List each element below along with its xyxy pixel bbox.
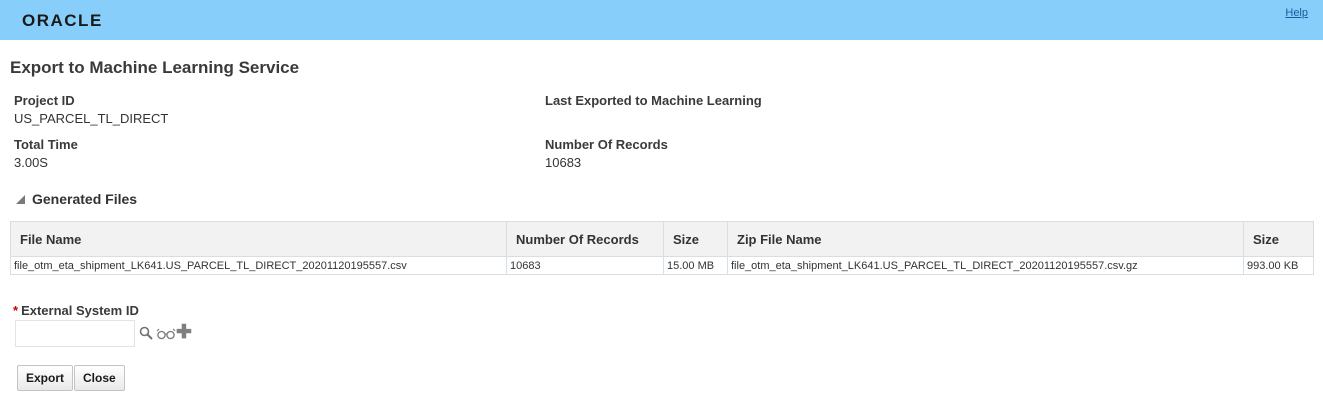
file-name-cell: file_otm_eta_shipment_LK641.US_PARCEL_TL…	[10, 256, 507, 275]
generated-files-header[interactable]: Generated Files	[16, 191, 137, 207]
number-of-records-value: 10683	[545, 155, 582, 170]
total-time-label: Total Time	[14, 137, 78, 152]
external-system-id-input[interactable]	[15, 320, 135, 347]
required-marker: *	[13, 303, 19, 318]
close-button[interactable]: Close	[74, 365, 125, 391]
number-of-records-cell: 10683	[506, 256, 664, 275]
external-system-id-label: * External System ID	[13, 303, 139, 318]
size-cell: 15.00 MB	[663, 256, 728, 275]
number-of-records-label: Number Of Records	[545, 137, 668, 152]
external-system-id-label-text: External System ID	[21, 303, 139, 318]
generated-files-title: Generated Files	[32, 191, 138, 207]
column-header-file-name[interactable]: File Name	[10, 221, 507, 257]
column-header-number-of-records[interactable]: Number Of Records	[506, 221, 664, 257]
oracle-logo: ORACLE	[22, 11, 103, 30]
header-banner: ORACLE Help	[0, 0, 1323, 40]
project-id-label: Project ID	[14, 93, 75, 108]
generated-files-table: File Name Number Of Records Size Zip Fil…	[10, 221, 1314, 275]
export-button[interactable]: Export	[17, 365, 74, 391]
project-id-value: US_PARCEL_TL_DIRECT	[14, 111, 169, 126]
zip-size-cell: 993.00 KB	[1243, 256, 1314, 275]
table-header-row: File Name Number Of Records Size Zip Fil…	[10, 221, 1314, 257]
column-header-zip-file-name[interactable]: Zip File Name	[727, 221, 1244, 257]
disclosure-triangle-icon[interactable]	[16, 194, 25, 204]
search-icon[interactable]	[139, 326, 153, 340]
table-row[interactable]: file_otm_eta_shipment_LK641.US_PARCEL_TL…	[10, 256, 1314, 275]
page-title: Export to Machine Learning Service	[10, 58, 300, 77]
column-header-zip-size[interactable]: Size	[1243, 221, 1314, 257]
column-header-size[interactable]: Size	[663, 221, 728, 257]
add-icon[interactable]: ✚	[176, 323, 192, 342]
help-link[interactable]: Help	[1285, 7, 1308, 19]
total-time-value: 3.00S	[14, 155, 48, 170]
zip-file-name-cell: file_otm_eta_shipment_LK641.US_PARCEL_TL…	[727, 256, 1244, 275]
last-exported-label: Last Exported to Machine Learning	[545, 93, 762, 108]
view-icon[interactable]	[156, 327, 176, 341]
